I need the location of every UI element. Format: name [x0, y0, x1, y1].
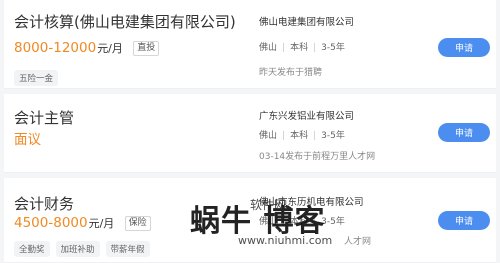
salary-amount: 4500-8000 — [14, 215, 88, 231]
job-card[interactable]: 会计核算(佛山电建集团有限公司) 8000-12000元/月 直投 五险一金 佛… — [4, 0, 496, 89]
benefit-tag: 全勤奖 — [14, 241, 50, 257]
publish-info: 人才网 — [344, 237, 372, 247]
job-title[interactable]: 会计核算(佛山电建集团有限公司) — [14, 11, 236, 32]
job-education: 本科 — [290, 217, 309, 227]
job-education: 本科 — [290, 43, 309, 53]
salary: 4500-8000元/月 保险 — [14, 215, 151, 231]
job-card[interactable]: 会计主管 面议 广东兴发铝业有限公司 佛山 | 本科 | 3-5年 03-14发布于前程… — [4, 94, 496, 173]
job-meta: 佛山 | 本科 | 3-5年 — [259, 43, 345, 53]
apply-button[interactable]: 申请 — [438, 123, 490, 142]
benefit-tags: 五险一金 — [14, 66, 64, 86]
job-experience: 3-5年 — [321, 43, 345, 53]
job-location: 佛山 — [259, 43, 278, 53]
company-name[interactable]: 佛山市东历机电有限公司 — [259, 194, 364, 208]
job-location: 佛山 — [259, 131, 278, 141]
job-list: 会计核算(佛山电建集团有限公司) 8000-12000元/月 直投 五险一金 佛… — [0, 0, 500, 263]
job-title[interactable]: 会计财务 — [14, 193, 74, 214]
salary-unit: 元/月 — [97, 42, 123, 55]
salary: 面议 — [14, 128, 41, 148]
benefit-tag: 五险一金 — [14, 70, 59, 86]
job-education: 本科 — [290, 131, 309, 141]
benefit-tag: 带薪年假 — [105, 241, 150, 257]
job-experience: 3-5年 — [321, 131, 345, 141]
job-location: 佛山 — [259, 217, 278, 227]
salary: 8000-12000元/月 直投 — [14, 40, 160, 56]
publish-info: 昨天发布于猎聘 — [259, 68, 323, 78]
job-card[interactable]: 会计财务 4500-8000元/月 保险 全勤奖 加班补助 带薪年假 佛山市东历机电… — [4, 178, 496, 263]
job-meta: 佛山 | 本科 | 3-5年 — [259, 131, 345, 141]
job-badge: 直投 — [133, 41, 160, 56]
benefit-tags: 全勤奖 加班补助 带薪年假 — [14, 237, 156, 257]
company-name[interactable]: 佛山电建集团有限公司 — [259, 14, 354, 28]
benefit-tag: 加班补助 — [55, 241, 100, 257]
job-meta: 佛山 | 本科 | 3-5年 — [259, 217, 345, 227]
apply-button[interactable]: 申请 — [438, 38, 490, 57]
apply-button[interactable]: 申请 — [438, 211, 490, 230]
salary-amount: 8000-12000 — [14, 40, 97, 56]
salary-unit: 元/月 — [88, 217, 115, 230]
job-title[interactable]: 会计主管 — [14, 107, 74, 128]
job-badge: 保险 — [124, 216, 151, 231]
publish-info: 03-14发布于前程万里人才网 — [259, 152, 376, 162]
job-experience: 3-5年 — [321, 217, 345, 227]
salary-amount: 面议 — [14, 132, 41, 148]
company-name[interactable]: 广东兴发铝业有限公司 — [259, 108, 354, 122]
